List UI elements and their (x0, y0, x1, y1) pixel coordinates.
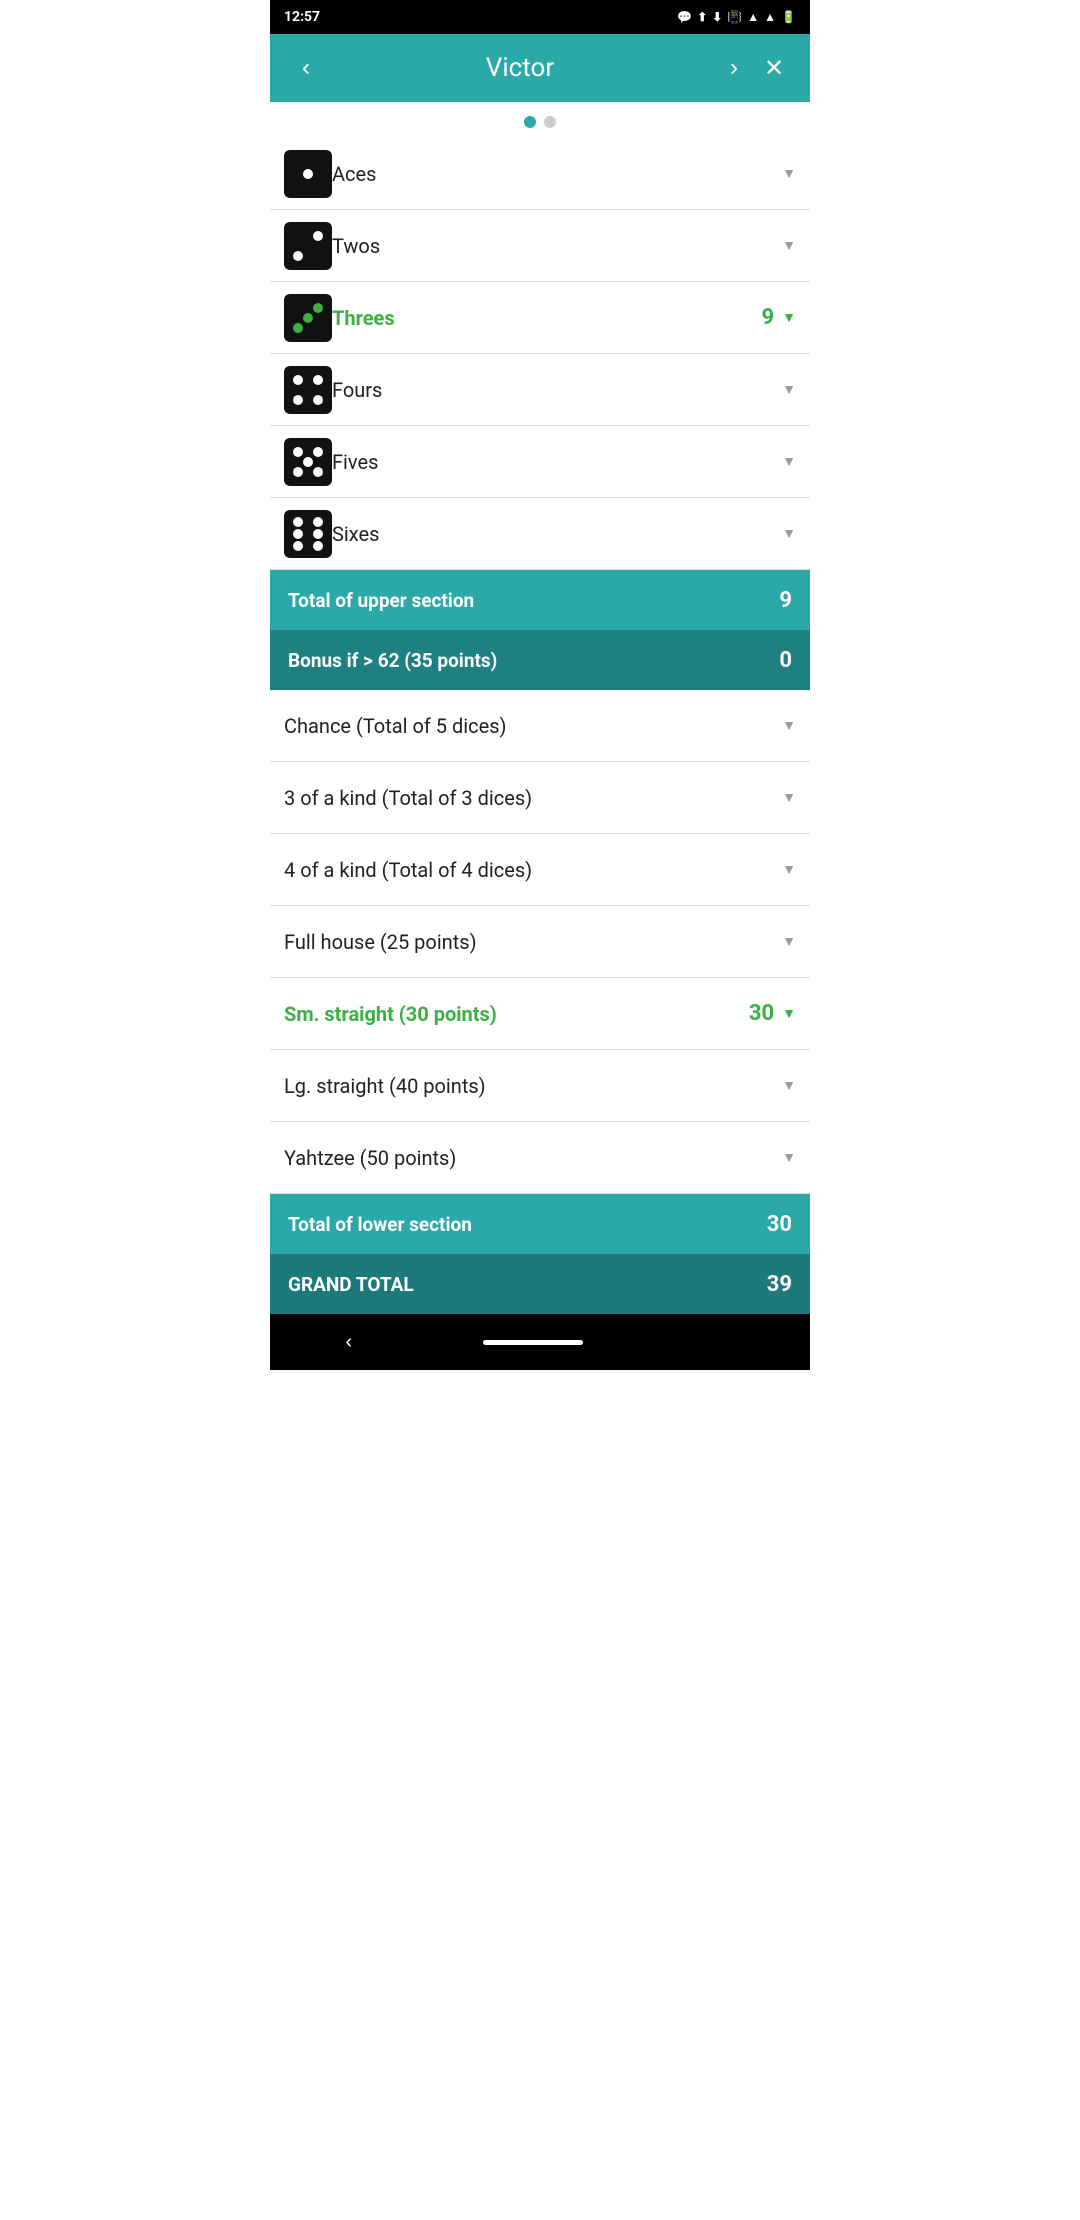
sixes-chevron: ▼ (782, 525, 796, 542)
sixes-row[interactable]: Sixes ▼ (270, 498, 810, 570)
app-header: ‹ Victor › ✕ (270, 34, 810, 102)
download-icon: ⬇ (712, 10, 722, 24)
home-indicator[interactable] (483, 1340, 583, 1345)
bonus-label: Bonus if > 62 (35 points) (288, 649, 497, 672)
dot-2[interactable] (544, 116, 556, 128)
signal-icon: ▲ (764, 10, 776, 24)
chance-chevron: ▼ (782, 717, 796, 734)
battery-icon: 🔋 (781, 10, 796, 24)
threes-label: Threes (332, 306, 762, 330)
vibrate-icon: 📳 (727, 10, 742, 24)
four-kind-row[interactable]: 4 of a kind (Total of 4 dices) ▼ (270, 834, 810, 906)
yahtzee-label: Yahtzee (50 points) (284, 1146, 782, 1170)
sm-straight-label: Sm. straight (30 points) (284, 1002, 749, 1026)
lower-total-value: 30 (767, 1212, 792, 1237)
full-house-chevron: ▼ (782, 933, 796, 950)
close-button[interactable]: ✕ (754, 50, 794, 87)
page-dots (270, 102, 810, 138)
status-icons: 💬 ⬆ ⬇ 📳 ▲ ▲ 🔋 (677, 10, 796, 24)
sixes-label: Sixes (332, 522, 782, 546)
upper-total-label: Total of upper section (288, 589, 474, 612)
threes-score: 9 (762, 305, 775, 330)
forward-button[interactable]: › (714, 50, 754, 86)
fives-label: Fives (332, 450, 782, 474)
sm-straight-score: 30 (749, 1001, 774, 1026)
bonus-value: 0 (779, 648, 792, 673)
aces-chevron: ▼ (782, 165, 796, 182)
three-kind-row[interactable]: 3 of a kind (Total of 3 dices) ▼ (270, 762, 810, 834)
sm-straight-row[interactable]: Sm. straight (30 points) 30 ▼ (270, 978, 810, 1050)
bottom-navigation: ‹ (270, 1314, 810, 1370)
chance-label: Chance (Total of 5 dices) (284, 714, 782, 738)
full-house-row[interactable]: Full house (25 points) ▼ (270, 906, 810, 978)
lower-total-row: Total of lower section 30 (270, 1194, 810, 1254)
grand-total-row: GRAND TOTAL 39 (270, 1254, 810, 1314)
threes-chevron: ▼ (782, 309, 796, 326)
sm-straight-chevron: ▼ (782, 1005, 796, 1022)
lg-straight-chevron: ▼ (782, 1077, 796, 1094)
upper-total-row: Total of upper section 9 (270, 570, 810, 630)
lg-straight-row[interactable]: Lg. straight (40 points) ▼ (270, 1050, 810, 1122)
bonus-row: Bonus if > 62 (35 points) 0 (270, 630, 810, 690)
upper-section: Aces ▼ Twos ▼ Threes 9 ▼ Fou (270, 138, 810, 570)
aces-label: Aces (332, 162, 782, 186)
player-title: Victor (326, 53, 714, 83)
yahtzee-row[interactable]: Yahtzee (50 points) ▼ (270, 1122, 810, 1194)
four-kind-label: 4 of a kind (Total of 4 dices) (284, 858, 782, 882)
status-time: 12:57 (284, 9, 320, 25)
whatsapp-icon: 💬 (677, 10, 692, 24)
lower-section: Chance (Total of 5 dices) ▼ 3 of a kind … (270, 690, 810, 1194)
chance-row[interactable]: Chance (Total of 5 dices) ▼ (270, 690, 810, 762)
back-button[interactable]: ‹ (286, 50, 326, 86)
wifi-icon: ▲ (747, 10, 759, 24)
threes-row[interactable]: Threes 9 ▼ (270, 282, 810, 354)
full-house-label: Full house (25 points) (284, 930, 782, 954)
twos-chevron: ▼ (782, 237, 796, 254)
three-kind-chevron: ▼ (782, 789, 796, 806)
dice-1-icon (284, 150, 332, 198)
upper-total-value: 9 (779, 588, 792, 613)
dice-6-icon (284, 510, 332, 558)
grand-total-value: 39 (767, 1272, 792, 1297)
lg-straight-label: Lg. straight (40 points) (284, 1074, 782, 1098)
dice-2-icon (284, 222, 332, 270)
aces-row[interactable]: Aces ▼ (270, 138, 810, 210)
nav-back-button[interactable]: ‹ (326, 1323, 373, 1362)
twos-row[interactable]: Twos ▼ (270, 210, 810, 282)
yahtzee-chevron: ▼ (782, 1149, 796, 1166)
four-kind-chevron: ▼ (782, 861, 796, 878)
dice-5-icon (284, 438, 332, 486)
status-bar: 12:57 💬 ⬆ ⬇ 📳 ▲ ▲ 🔋 (270, 0, 810, 34)
upload-icon: ⬆ (697, 10, 707, 24)
fives-chevron: ▼ (782, 453, 796, 470)
dot-1[interactable] (524, 116, 536, 128)
fours-label: Fours (332, 378, 782, 402)
lower-total-label: Total of lower section (288, 1213, 472, 1236)
twos-label: Twos (332, 234, 782, 258)
three-kind-label: 3 of a kind (Total of 3 dices) (284, 786, 782, 810)
dice-4-icon (284, 366, 332, 414)
grand-total-label: GRAND TOTAL (288, 1273, 414, 1296)
fives-row[interactable]: Fives ▼ (270, 426, 810, 498)
fours-chevron: ▼ (782, 381, 796, 398)
fours-row[interactable]: Fours ▼ (270, 354, 810, 426)
dice-3-icon (284, 294, 332, 342)
